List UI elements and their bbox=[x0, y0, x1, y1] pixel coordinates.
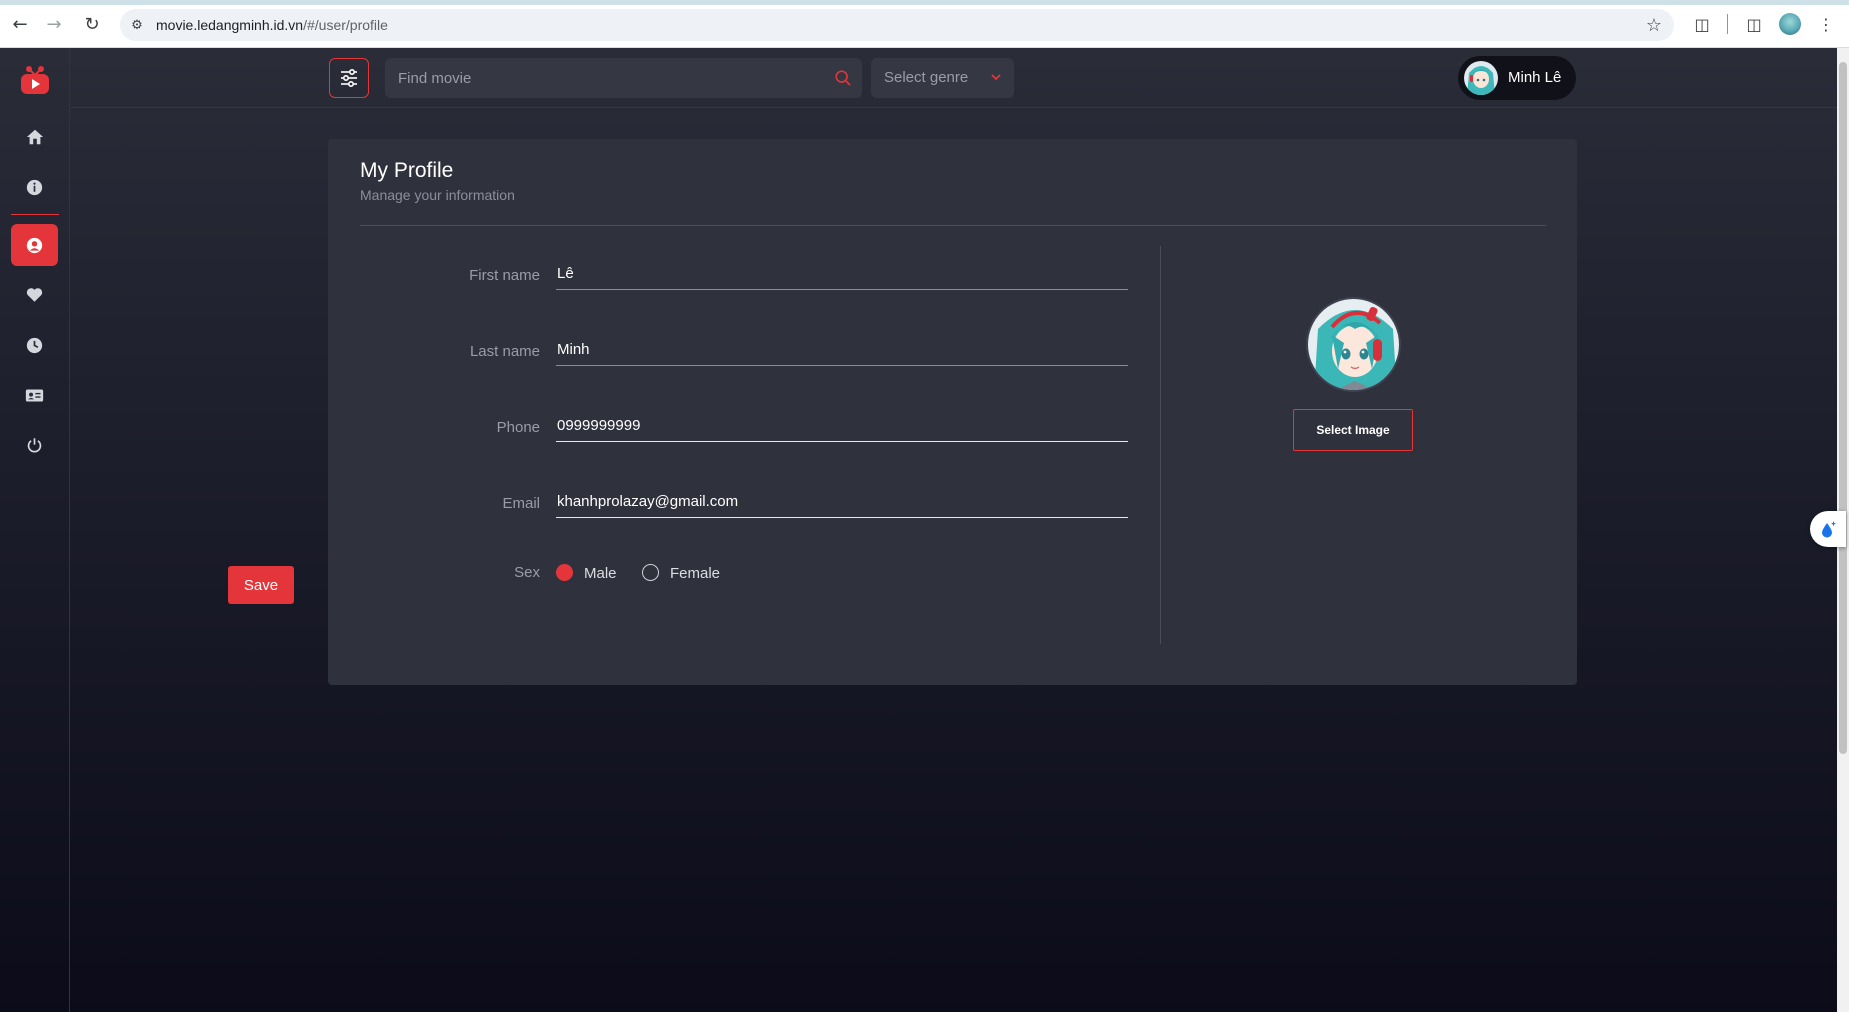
profile-avatar-image bbox=[1308, 299, 1399, 390]
filter-button[interactable] bbox=[329, 58, 369, 98]
bookmark-star-icon[interactable]: ☆ bbox=[1646, 15, 1662, 36]
email-label: Email bbox=[502, 495, 540, 512]
top-bar: Select genre Minh Lê bbox=[71, 48, 1849, 108]
url-path: /#/user/profile bbox=[303, 17, 388, 33]
profile-avatar bbox=[1306, 297, 1401, 392]
avatar bbox=[1464, 61, 1498, 95]
phone-label: Phone bbox=[496, 419, 540, 436]
sex-male-radio[interactable] bbox=[556, 564, 573, 581]
address-url[interactable]: movie.ledangminh.id.vn/#/user/profile bbox=[156, 17, 388, 33]
genre-select-label: Select genre bbox=[884, 69, 969, 86]
sidebar-item-favorites[interactable] bbox=[11, 274, 58, 316]
extensions-icon[interactable]: ◫ bbox=[1690, 12, 1714, 36]
sidebar-item-history[interactable] bbox=[11, 324, 58, 366]
first-name-label: First name bbox=[469, 267, 540, 284]
column-divider bbox=[1160, 246, 1161, 644]
clock-icon bbox=[26, 337, 43, 353]
sidebar-item-home[interactable] bbox=[11, 116, 58, 158]
toolbar-divider bbox=[1727, 14, 1728, 34]
scrollbar-thumb[interactable] bbox=[1839, 62, 1847, 754]
email-field[interactable] bbox=[556, 486, 1128, 518]
site-settings-icon[interactable]: ⚙ bbox=[128, 16, 146, 34]
last-name-field[interactable] bbox=[556, 334, 1128, 366]
sidebar-item-account[interactable] bbox=[11, 374, 58, 416]
phone-field[interactable] bbox=[556, 410, 1128, 442]
browser-toolbar: ← → ↻ ⚙ movie.ledangminh.id.vn/#/user/pr… bbox=[0, 0, 1849, 48]
floating-assistant-button[interactable] bbox=[1810, 511, 1846, 547]
url-host: movie.ledangminh.id.vn bbox=[156, 17, 304, 33]
home-icon bbox=[26, 129, 43, 145]
id-card-icon bbox=[25, 388, 44, 402]
user-name: Minh Lê bbox=[1508, 69, 1562, 86]
save-button[interactable]: Save bbox=[228, 566, 294, 604]
search-box bbox=[385, 58, 862, 98]
sliders-icon bbox=[341, 69, 357, 87]
search-input[interactable] bbox=[385, 58, 815, 98]
forward-icon[interactable]: → bbox=[42, 12, 66, 36]
side-panel-icon[interactable]: ◫ bbox=[1742, 12, 1766, 36]
sidebar bbox=[0, 48, 70, 1012]
search-icon[interactable] bbox=[834, 69, 852, 87]
reload-icon[interactable]: ↻ bbox=[80, 12, 104, 36]
page-title: My Profile bbox=[360, 159, 454, 182]
sex-female-label[interactable]: Female bbox=[670, 565, 720, 582]
browser-menu-icon[interactable]: ⋮ bbox=[1814, 12, 1838, 36]
genre-select[interactable]: Select genre bbox=[871, 58, 1014, 98]
power-icon bbox=[27, 437, 42, 452]
logo-icon[interactable] bbox=[19, 64, 51, 96]
info-icon bbox=[26, 179, 43, 195]
first-name-field[interactable] bbox=[556, 258, 1128, 290]
user-menu[interactable]: Minh Lê bbox=[1458, 56, 1576, 100]
user-icon bbox=[26, 237, 43, 253]
app-root: Select genre Minh Lê My Profile Manage y… bbox=[0, 48, 1849, 1012]
address-bar[interactable]: ⚙ movie.ledangminh.id.vn/#/user/profile … bbox=[120, 9, 1674, 41]
sidebar-divider bbox=[11, 214, 59, 215]
tab-strip-edge bbox=[0, 0, 1849, 5]
sex-label: Sex bbox=[514, 564, 540, 581]
sidebar-item-logout[interactable] bbox=[11, 424, 58, 466]
sidebar-item-profile[interactable] bbox=[11, 224, 58, 266]
back-icon[interactable]: ← bbox=[8, 12, 32, 36]
sex-female-radio[interactable] bbox=[642, 564, 659, 581]
browser-profile-avatar[interactable] bbox=[1779, 13, 1801, 35]
droplet-sparkle-icon bbox=[1822, 521, 1836, 538]
header-divider bbox=[360, 225, 1546, 226]
chevron-down-icon bbox=[991, 74, 1001, 81]
last-name-label: Last name bbox=[469, 343, 540, 360]
page-subtitle: Manage your information bbox=[360, 187, 515, 203]
sidebar-item-info[interactable] bbox=[11, 166, 58, 208]
select-image-button[interactable]: Select Image bbox=[1293, 409, 1413, 451]
heart-icon bbox=[26, 288, 43, 302]
sex-male-label[interactable]: Male bbox=[584, 565, 617, 582]
